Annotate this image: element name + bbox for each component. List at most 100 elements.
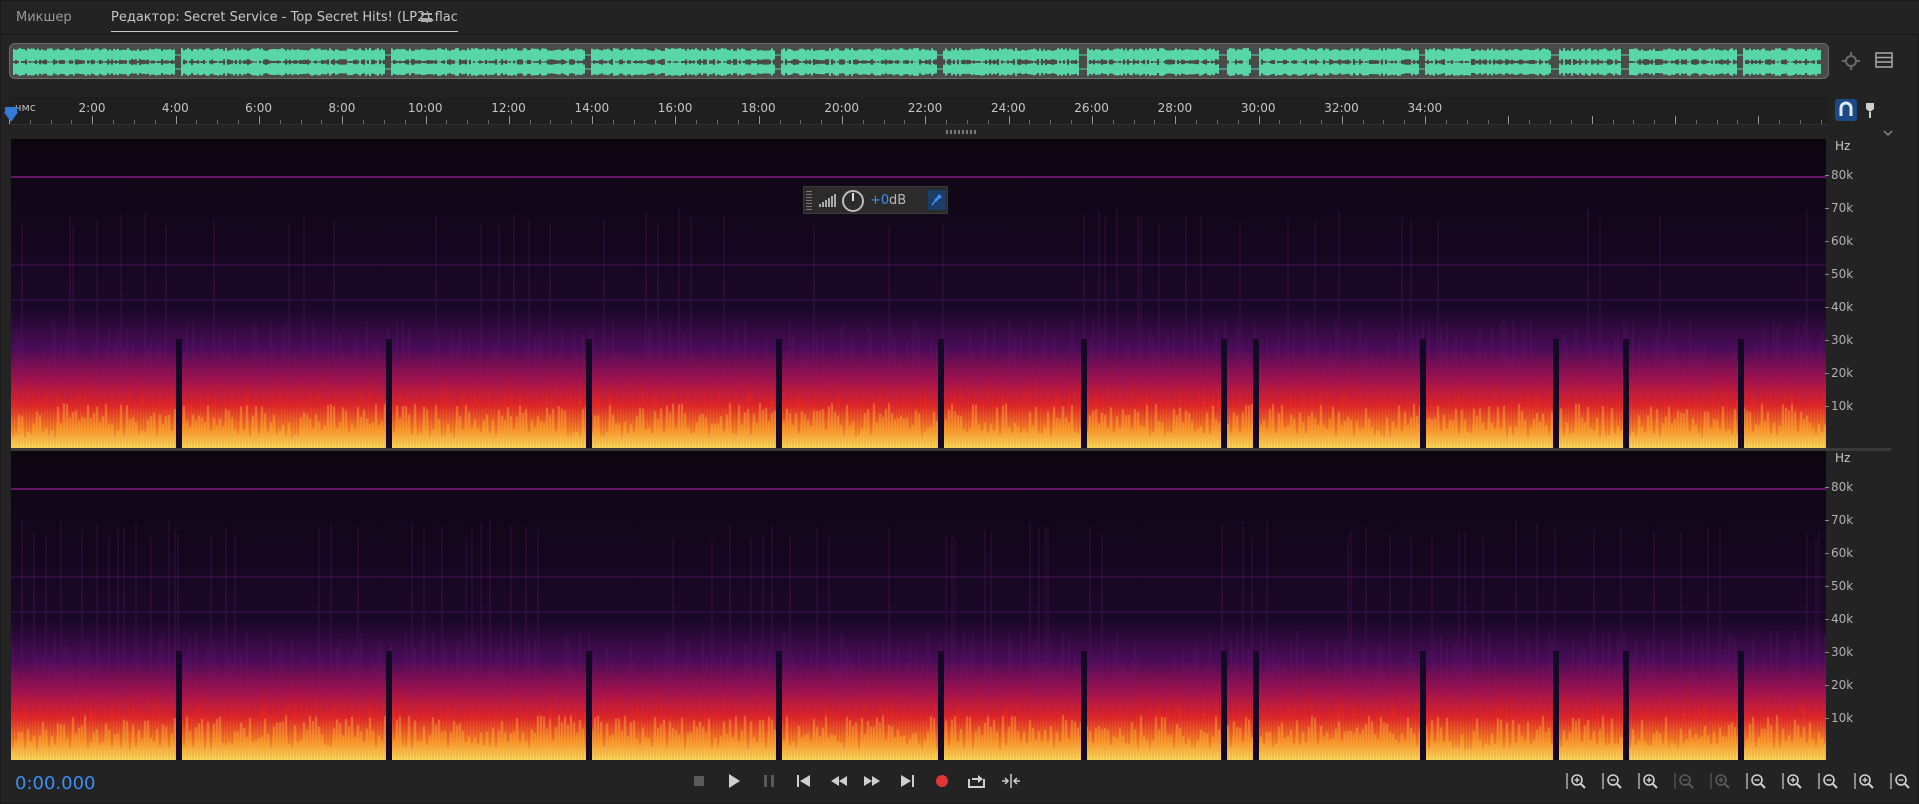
skip-selection-button[interactable] [998, 769, 1024, 793]
playhead-indicator[interactable] [4, 112, 18, 122]
hamburger-menu-icon[interactable] [421, 13, 432, 22]
ruler-tick [1529, 120, 1531, 124]
frequency-tick [1825, 307, 1829, 308]
zoom-out-amplitude-button[interactable] [1599, 769, 1627, 793]
overview-waveform[interactable] [9, 43, 1829, 79]
frequency-tick-label: 30k [1831, 333, 1854, 347]
rewind-icon [831, 776, 847, 786]
frequency-tick-label: 60k [1831, 234, 1854, 248]
stop-button[interactable] [686, 769, 712, 793]
ruler-tick [1591, 116, 1593, 124]
zoom-in-point-in-button[interactable] [1743, 769, 1771, 793]
volume-knob[interactable] [842, 190, 864, 212]
go-to-start-button[interactable] [791, 769, 817, 793]
ruler-tick [154, 120, 156, 124]
zoom-in-point-out-icon [1782, 773, 1802, 789]
zoom-full-button[interactable] [1887, 769, 1915, 793]
zoom-selection-button[interactable] [1815, 769, 1843, 793]
go-to-end-icon [901, 775, 914, 787]
loop-playback-icon [968, 775, 985, 788]
zoom-out-time-icon [1674, 773, 1694, 789]
track-gap [1081, 651, 1087, 760]
fast-forward-button[interactable] [859, 769, 885, 793]
ruler-tick [1008, 116, 1010, 124]
ruler-tick [363, 120, 365, 124]
zoom-in-time-button[interactable] [1635, 769, 1663, 793]
track-gap [1081, 339, 1087, 448]
ruler-tick [1570, 120, 1572, 124]
zoom-navigator-icon[interactable] [1841, 51, 1861, 71]
ruler-tick [862, 120, 864, 124]
time-ruler[interactable]: чмс 2:00 4:00 6:00 8:00 10:00 12:00 14:00 16:00… [9, 97, 1829, 125]
chevron-down-icon[interactable] [1881, 129, 1895, 137]
tab-editor[interactable]: Редактор: Secret Service - Top Secret Hi… [111, 10, 458, 32]
record-icon [936, 775, 948, 787]
record-button[interactable] [929, 769, 955, 793]
tab-mixer[interactable]: Микшер [16, 10, 72, 25]
zoom-out-time-button[interactable] [1671, 769, 1699, 793]
ruler-tick [925, 116, 927, 124]
ruler-tick [467, 120, 469, 124]
frequency-axis-bottom[interactable]: Hz 80k 70k 60k 50k 40k 30k 20k 10k [1825, 451, 1889, 760]
ruler-tick [800, 120, 802, 124]
ruler-tick [612, 120, 614, 124]
ruler-tick [821, 120, 823, 124]
fast-forward-icon [864, 776, 880, 786]
play-button[interactable] [721, 769, 747, 793]
ruler-tick [758, 116, 760, 124]
magnet-icon [1839, 101, 1853, 116]
zoom-in-point-in-icon [1746, 773, 1766, 789]
zoom-reset-button[interactable] [1851, 769, 1879, 793]
frequency-tick [1825, 175, 1829, 176]
ruler-tick [1362, 120, 1364, 124]
zoom-full-icon [1890, 773, 1910, 789]
ruler-tick [50, 120, 52, 124]
spectral-display-right-channel[interactable] [11, 451, 1826, 760]
snap-toggle-button[interactable] [1835, 99, 1857, 121]
rewind-button[interactable] [826, 769, 852, 793]
zoom-out-full-button[interactable] [1707, 769, 1735, 793]
ruler-tick-label: 32:00 [1324, 101, 1359, 115]
frequency-tick [1825, 718, 1829, 719]
spectral-band [11, 576, 1826, 578]
ruler-tick-label: 20:00 [824, 101, 859, 115]
track-gap [1253, 339, 1259, 448]
track-gap [1738, 651, 1744, 760]
ruler-tick [883, 120, 885, 124]
hud-drag-grip[interactable] [806, 190, 812, 210]
track-gap [1420, 651, 1426, 760]
list-icon[interactable] [1875, 52, 1893, 68]
ruler-tick [1758, 116, 1760, 124]
marker-icon[interactable] [1863, 101, 1877, 119]
current-time-display[interactable]: 0:00.000 [15, 773, 96, 794]
loop-playback-button[interactable] [964, 769, 990, 793]
ruler-tick [1508, 116, 1510, 124]
track-gap [386, 651, 392, 760]
pin-hud-button[interactable] [928, 190, 946, 210]
ruler-tick [1133, 120, 1135, 124]
frequency-tick-label: 80k [1831, 480, 1854, 494]
frequency-tick-label: 10k [1831, 399, 1854, 413]
frequency-tick-label: 60k [1831, 546, 1854, 560]
frequency-axis-title: Hz [1835, 139, 1851, 153]
ruler-tick [92, 116, 94, 124]
frequency-axis-title: Hz [1835, 451, 1851, 465]
ruler-tick [1112, 120, 1114, 124]
ruler-tick [1675, 116, 1676, 124]
spectral-band [11, 611, 1826, 613]
pause-button[interactable] [756, 769, 782, 793]
ruler-tick-label: 6:00 [245, 101, 273, 115]
go-to-end-button[interactable] [894, 769, 920, 793]
volume-value[interactable]: +0 [870, 193, 889, 208]
spectral-band [11, 264, 1826, 266]
pause-icon [764, 775, 774, 787]
waveform-channel [13, 62, 1821, 76]
frequency-tick [1825, 520, 1829, 521]
zoom-in-amplitude-button[interactable] [1563, 769, 1591, 793]
track-gap [776, 339, 782, 448]
panel-resize-handle[interactable] [946, 130, 976, 134]
zoom-in-point-out-button[interactable] [1779, 769, 1807, 793]
overview-waveform-graphic [13, 48, 1821, 76]
ruler-tick-label: 34:00 [1407, 101, 1443, 115]
frequency-axis-top[interactable]: Hz 80k 70k 60k 50k 40k 30k 20k 10k [1825, 139, 1889, 448]
